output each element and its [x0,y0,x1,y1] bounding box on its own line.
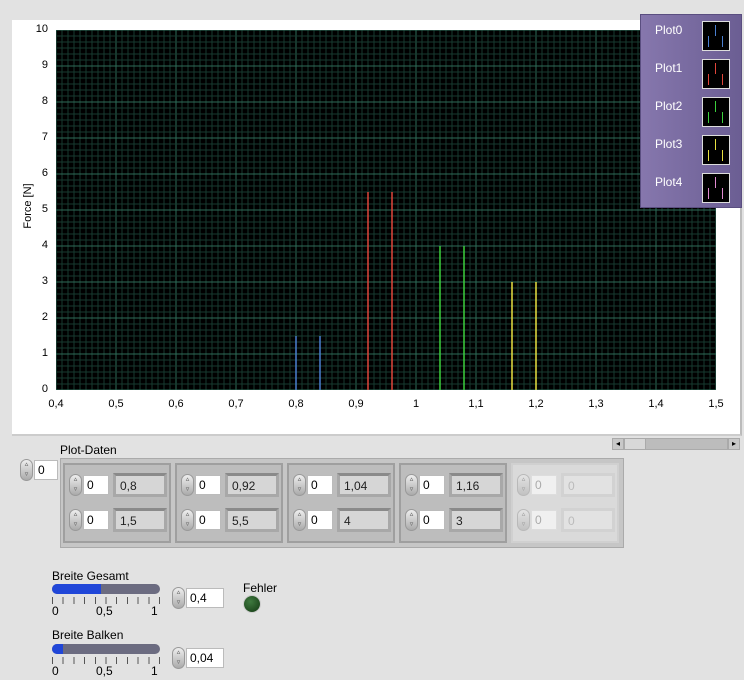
index-spinner[interactable]: ▵ ▿ [405,474,418,496]
index-input[interactable] [195,510,221,530]
index-input[interactable] [419,475,445,495]
x-tick-label: 1,3 [588,398,604,410]
x-tick-label: 1,4 [648,398,664,410]
legend-label: Plot3 [655,137,683,151]
plot-legend[interactable]: Plot0 Plot1 Plot2 Plot3 Plot4 [640,14,742,208]
index-input[interactable] [83,475,109,495]
y-value-display: 3 [449,508,503,532]
x-value-display: 0,8 [113,473,167,497]
x-tick-label: 0,7 [228,398,244,410]
breite-gesamt-spinner[interactable]: ▵ ▿ [172,587,185,609]
x-value-display: 0,92 [225,473,279,497]
x-tick-label: 0,8 [288,398,304,410]
x-tick-label: 1,5 [708,398,724,410]
index-spinner[interactable]: ▵ ▿ [293,509,306,531]
legend-label: Plot1 [655,61,683,75]
legend-swatch[interactable] [702,21,730,51]
array-element: ▵▿ 0 ▵▿ 0 [511,463,619,543]
scroll-thumb[interactable] [624,438,646,450]
breite-balken-slider[interactable] [52,644,160,654]
y-value-display: 1,5 [113,508,167,532]
index-spinner[interactable]: ▵ ▿ [405,509,418,531]
array-element: ▵▿ 0,8 ▵▿ 1,5 [63,463,171,543]
y-tick-label: 1 [41,347,48,359]
x-tick-label: 1,1 [468,398,484,410]
legend-swatch[interactable] [702,173,730,203]
scale-label: 0,5 [96,664,113,678]
y-tick-label: 10 [35,23,48,35]
y-tick-label: 4 [41,239,48,251]
y-value-display: 0 [561,508,615,532]
array-index-input[interactable] [34,460,58,480]
index-spinner[interactable]: ▵ ▿ [517,474,530,496]
index-spinner[interactable]: ▵ ▿ [181,509,194,531]
y-value-display: 5,5 [225,508,279,532]
array-element: ▵▿ 0,92 ▵▿ 5,5 [175,463,283,543]
fehler-label: Fehler [243,581,278,595]
y-value-display: 4 [337,508,391,532]
plot-area [56,30,716,390]
breite-balken-label: Breite Balken [52,628,124,642]
legend-label: Plot0 [655,23,683,37]
y-tick-label: 5 [41,203,48,215]
x-value-display: 1,04 [337,473,391,497]
index-input[interactable] [419,510,445,530]
scroll-right-button[interactable]: ▸ [728,438,740,450]
array-element: ▵▿ 1,04 ▵▿ 4 [287,463,395,543]
scroll-left-button[interactable]: ◂ [612,438,624,450]
index-spinner[interactable]: ▵ ▿ [69,509,82,531]
index-input[interactable] [307,510,333,530]
y-tick-label: 9 [41,59,48,71]
x-tick-label: 0,5 [108,398,124,410]
breite-gesamt-scale [52,597,160,604]
legend-swatch[interactable] [702,135,730,165]
legend-swatch[interactable] [702,97,730,127]
fehler-led-indicator [244,596,260,612]
y-tick-label: 0 [41,383,48,395]
legend-label: Plot4 [655,175,683,189]
x-value-display: 1,16 [449,473,503,497]
breite-gesamt-slider[interactable] [52,584,160,594]
x-tick-label: 0,4 [48,398,64,410]
breite-balken-input[interactable] [186,648,224,668]
scale-label: 1 [151,604,158,618]
scale-label: 0,5 [96,604,113,618]
y-tick-label: 3 [41,275,48,287]
breite-balken-scale [52,657,160,664]
breite-gesamt-input[interactable] [186,588,224,608]
index-spinner[interactable]: ▵ ▿ [517,509,530,531]
index-input[interactable] [195,475,221,495]
legend-swatch[interactable] [702,59,730,89]
y-tick-label: 7 [41,131,48,143]
index-spinner[interactable]: ▵ ▿ [181,474,194,496]
index-spinner[interactable]: ▵ ▿ [69,474,82,496]
x-tick-label: 0,6 [168,398,184,410]
x-tick-label: 1,2 [528,398,544,410]
index-input[interactable] [531,475,557,495]
x-tick-label: 1 [412,398,420,410]
array-index-spinner[interactable]: ▵ ▿ [20,459,33,481]
y-tick-label: 6 [41,167,48,179]
scale-label: 0 [52,604,59,618]
index-input[interactable] [307,475,333,495]
array-frame: ▵▿ 0,8 ▵▿ 1,5 ▵▿ 0,92 ▵▿ 5,5 ▵▿ 1,04 ▵▿ … [60,458,624,548]
scale-label: 1 [151,664,158,678]
x-value-display: 0 [561,473,615,497]
y-tick-label: 8 [41,95,48,107]
index-input[interactable] [531,510,557,530]
legend-label: Plot2 [655,99,683,113]
scale-label: 0 [52,664,59,678]
y-tick-label: 2 [41,311,48,323]
breite-balken-spinner[interactable]: ▵ ▿ [172,647,185,669]
index-input[interactable] [83,510,109,530]
array-label: Plot-Daten [60,443,117,457]
array-element: ▵▿ 1,16 ▵▿ 3 [399,463,507,543]
index-spinner[interactable]: ▵ ▿ [293,474,306,496]
x-tick-label: 0,9 [348,398,364,410]
breite-gesamt-label: Breite Gesamt [52,569,129,583]
